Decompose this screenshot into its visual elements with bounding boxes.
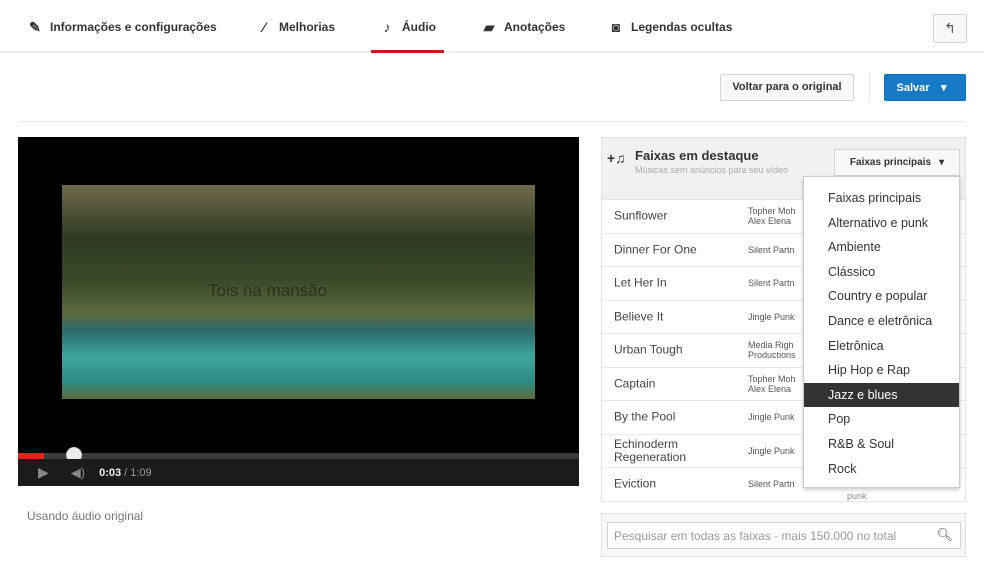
search-input[interactable] — [608, 523, 928, 548]
menu-item[interactable]: Dance e eletrônica — [804, 309, 959, 334]
current-time: 0:03 — [99, 466, 122, 479]
chevron-down-icon: ▾ — [939, 157, 945, 168]
menu-item[interactable]: Clássico — [804, 260, 959, 285]
menu-item[interactable]: Rock — [804, 457, 959, 482]
pencil-icon: ✎ — [29, 19, 41, 35]
track-name: Sunflower — [614, 208, 668, 223]
track-name: Let Her In — [614, 275, 667, 290]
menu-item[interactable]: Eletrônica — [804, 334, 959, 359]
tab-enhancements[interactable]: ⁄ Melhorias — [254, 20, 337, 53]
track-artist: Topher Moh Alex Elena — [748, 373, 796, 394]
tab-bar: ✎ Informações e configurações ⁄ Melhorias … — [0, 0, 984, 53]
menu-item[interactable]: R&B & Soul — [804, 432, 959, 457]
video-caption: Tois na mansão — [208, 281, 328, 300]
track-artist: Topher Moh Alex Elena — [748, 206, 796, 227]
divider — [18, 121, 966, 122]
tab-annotations[interactable]: ▰ Anotações — [479, 20, 567, 53]
track-artist: Silent Partn — [748, 244, 795, 255]
menu-item[interactable]: Pop — [804, 407, 959, 432]
magic-wand-icon: ⁄ — [262, 19, 266, 35]
speech-bubble-icon: ▰ — [483, 19, 495, 35]
panel-subtitle: Músicas sem anúncios para seu vídeo — [635, 165, 789, 175]
cc-icon: ◙ — [611, 19, 621, 35]
track-name: Dinner For One — [614, 242, 697, 257]
track-artist: Media Righ Productions — [748, 340, 796, 361]
video-frame: Tois na mansão — [62, 185, 535, 399]
chevron-down-icon[interactable]: ▾ — [941, 81, 947, 94]
volume-icon[interactable]: ◀) — [71, 465, 85, 481]
track-name: By the Pool — [614, 409, 676, 424]
play-icon[interactable]: ▶ — [38, 464, 49, 481]
track-artist: Jingle Punk — [748, 311, 795, 322]
video-player[interactable]: Tois na mansão ▶ ◀) 0:03 / 1:09 — [18, 137, 579, 486]
menu-item[interactable]: Country e popular — [804, 284, 959, 309]
menu-item[interactable]: Hip Hop e Rap — [804, 358, 959, 383]
panel-title: Faixas em destaque — [635, 148, 759, 163]
music-note-icon: ♪ — [383, 19, 391, 35]
track-artist: Jingle Punk — [748, 412, 795, 423]
track-name: Echinoderm Regeneration — [614, 436, 687, 464]
genre-menu: Faixas principais Alternativo e punk Ambie… — [803, 176, 960, 488]
track-name: Captain — [614, 376, 656, 391]
player-controls: ▶ ◀) 0:03 / 1:09 — [18, 459, 579, 486]
track-artist: Silent Partn — [748, 479, 795, 490]
tab-closed-captions[interactable]: ◙ Legendas ocultas — [606, 20, 734, 53]
track-artist: Silent Partn — [748, 278, 795, 289]
tab-info-settings[interactable]: ✎ Informações e configurações — [25, 20, 219, 53]
menu-item[interactable]: Alternativo e punk — [804, 211, 959, 236]
divider — [869, 72, 870, 102]
menu-item[interactable]: Jazz e blues — [804, 382, 959, 408]
genre-dropdown[interactable]: Faixas principais ▾ — [834, 149, 960, 176]
menu-item[interactable]: Ambiente — [804, 235, 959, 260]
add-music-icon: +♫ — [607, 150, 626, 166]
undo-icon: ↰ — [944, 20, 956, 36]
track-name: Eviction — [614, 476, 657, 491]
total-time: / 1:09 — [124, 466, 152, 479]
track-name: Believe It — [614, 309, 664, 324]
track-artist: Jingle Punk — [748, 445, 795, 456]
undo-button[interactable]: ↰ — [933, 14, 967, 43]
menu-item[interactable]: Faixas principais — [804, 186, 959, 211]
tab-audio[interactable]: ♪ Áudio — [371, 20, 444, 53]
search-bar: 🔍︎ — [601, 513, 966, 557]
revert-button[interactable]: Voltar para o original — [720, 74, 854, 101]
track-genre: punk — [847, 490, 867, 501]
save-button[interactable]: Salvar ▾ — [884, 74, 966, 101]
search-icon[interactable]: 🔍︎ — [936, 527, 953, 543]
track-name: Urban Tough — [614, 342, 683, 357]
audio-status: Usando áudio original — [27, 509, 144, 523]
